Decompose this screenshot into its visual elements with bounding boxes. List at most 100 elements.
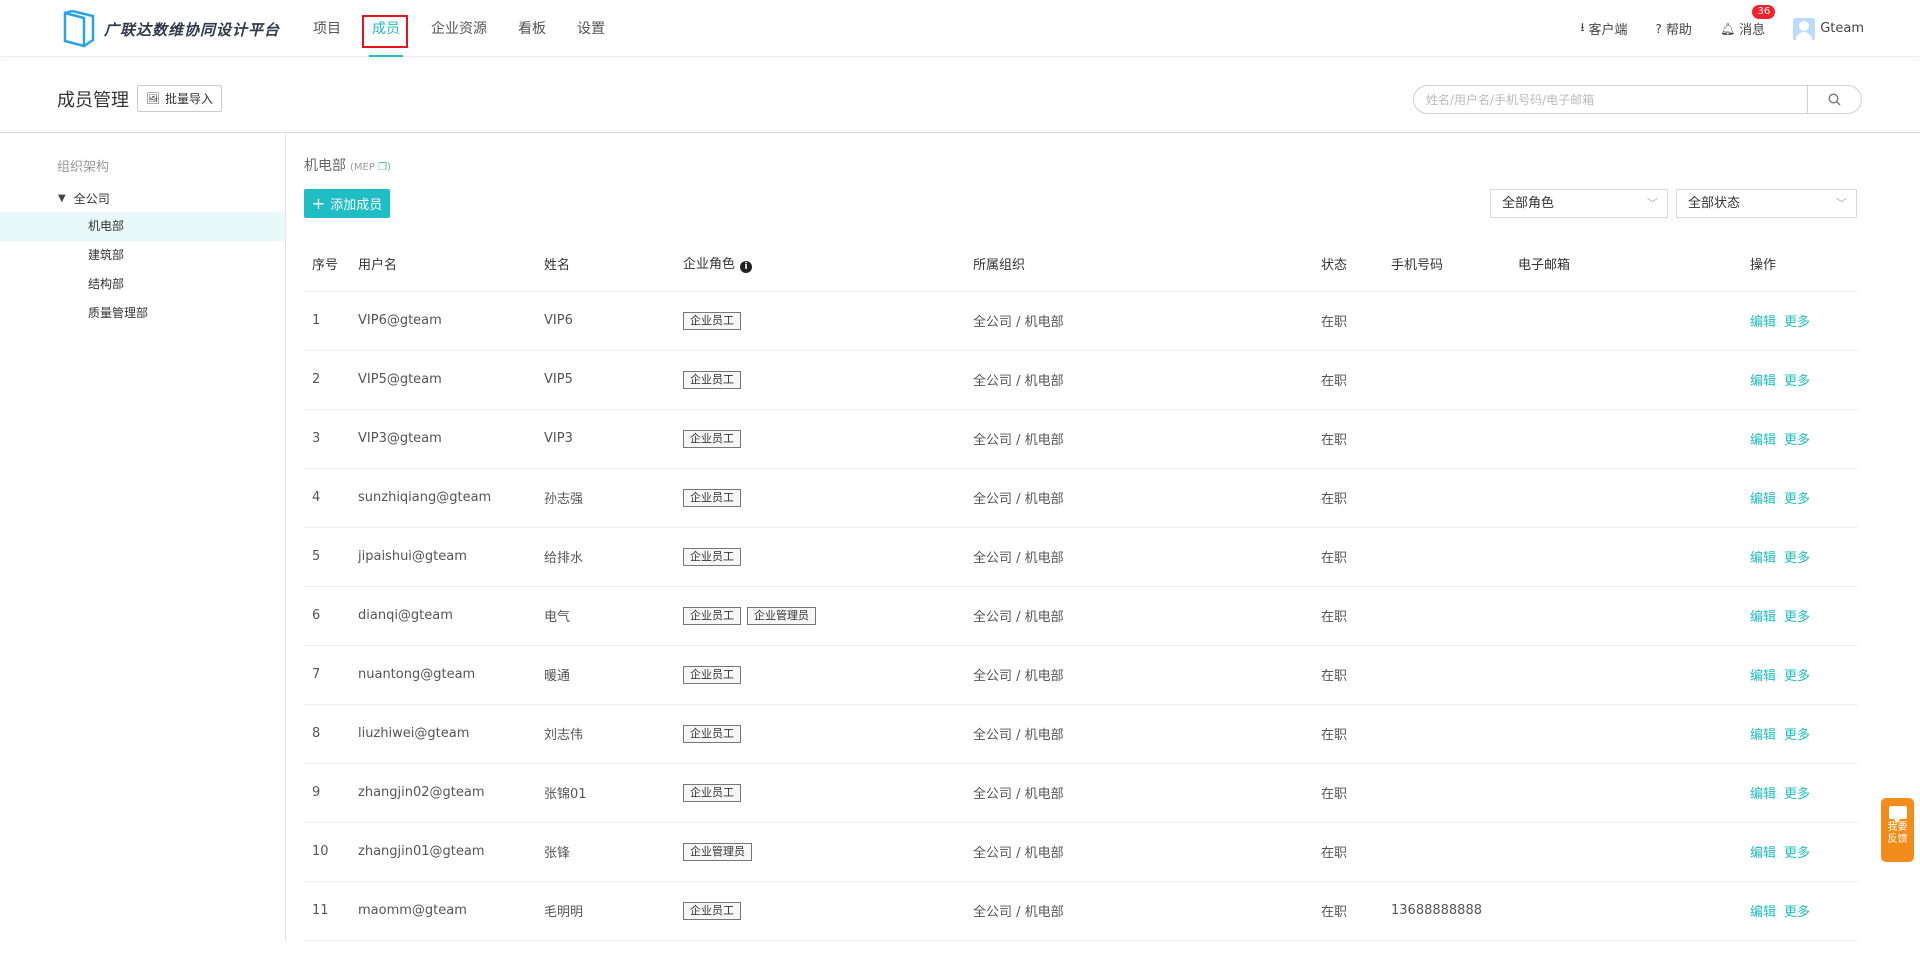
- org-sidebar: 组织架构 ▼ 全公司 机电部 建筑部 结构部 质量管理部: [0, 134, 286, 942]
- cell-org: 全公司 / 机电部: [965, 645, 1313, 705]
- app-logo[interactable]: 广联达数维协同设计平台: [62, 10, 280, 48]
- cell-name: 张锋: [536, 822, 675, 882]
- info-icon[interactable]: i: [740, 261, 753, 274]
- cell-phone: [1383, 822, 1510, 882]
- caret-down-icon[interactable]: ▼: [58, 193, 66, 204]
- more-link[interactable]: 更多: [1784, 374, 1810, 389]
- cell-email: [1510, 822, 1742, 882]
- edit-link[interactable]: 编辑: [1750, 905, 1776, 920]
- more-link[interactable]: 更多: [1784, 787, 1810, 802]
- role-tag: 企业员工: [683, 724, 741, 743]
- role-tag: 企业员工: [683, 429, 741, 448]
- more-link[interactable]: 更多: [1784, 492, 1810, 507]
- cell-email: [1510, 468, 1742, 528]
- copy-icon[interactable]: ❐: [378, 162, 387, 173]
- members-table: 序号 用户名 姓名 企业角色 i 所属组织 状态 手机号码 电子邮箱 操作 1 VI…: [304, 236, 1858, 941]
- nav-item-members[interactable]: 成员: [361, 0, 411, 57]
- role-tag: 企业员工: [683, 370, 741, 389]
- more-link[interactable]: 更多: [1784, 846, 1810, 861]
- cell-no: 10: [304, 822, 350, 882]
- tree-node-quality[interactable]: 质量管理部: [0, 299, 285, 328]
- col-header-org: 所属组织: [965, 236, 1313, 292]
- status-filter-select[interactable]: 全部状态 ﹀: [1676, 189, 1857, 218]
- edit-link[interactable]: 编辑: [1750, 551, 1776, 566]
- tree-node-root[interactable]: ▼ 全公司: [58, 190, 110, 207]
- cell-roles: 企业管理员: [675, 822, 965, 882]
- more-link[interactable]: 更多: [1784, 551, 1810, 566]
- feedback-button[interactable]: 我要 反馈: [1881, 798, 1914, 862]
- cell-status: 在职: [1313, 645, 1383, 705]
- role-filter-select[interactable]: 全部角色 ﹀: [1490, 189, 1668, 218]
- edit-link[interactable]: 编辑: [1750, 433, 1776, 448]
- edit-link[interactable]: 编辑: [1750, 610, 1776, 625]
- cell-status: 在职: [1313, 468, 1383, 528]
- logo-icon: [63, 10, 95, 48]
- cell-status: 在职: [1313, 291, 1383, 351]
- cell-name: 张锦01: [536, 763, 675, 823]
- more-link[interactable]: 更多: [1784, 610, 1810, 625]
- batch-import-button[interactable]: 🖼︎ 批量导入: [137, 85, 222, 112]
- col-header-email: 电子邮箱: [1510, 236, 1742, 292]
- edit-link[interactable]: 编辑: [1750, 492, 1776, 507]
- cell-org: 全公司 / 机电部: [965, 763, 1313, 823]
- nav-item-dashboard[interactable]: 看板: [507, 0, 557, 57]
- cell-phone: [1383, 645, 1510, 705]
- tree-node-architecture[interactable]: 建筑部: [0, 241, 285, 270]
- nav-item-projects[interactable]: 项目: [302, 0, 352, 57]
- edit-link[interactable]: 编辑: [1750, 846, 1776, 861]
- feedback-label-1: 我要: [1887, 822, 1908, 833]
- edit-link[interactable]: 编辑: [1750, 669, 1776, 684]
- nav-item-settings[interactable]: 设置: [566, 0, 616, 57]
- help-icon: ?: [1655, 21, 1662, 36]
- table-header-row: 序号 用户名 姓名 企业角色 i 所属组织 状态 手机号码 电子邮箱 操作: [304, 236, 1858, 292]
- plus-icon: +: [311, 193, 326, 213]
- cell-actions: 编辑 更多: [1742, 527, 1858, 587]
- edit-link[interactable]: 编辑: [1750, 374, 1776, 389]
- messages-link[interactable]: 🔔︎ 消息 36: [1720, 5, 1776, 38]
- col-header-status: 状态: [1313, 236, 1383, 292]
- more-link[interactable]: 更多: [1784, 669, 1810, 684]
- cell-status: 在职: [1313, 881, 1383, 941]
- tree-node-structure[interactable]: 结构部: [0, 270, 285, 299]
- cell-username: dianqi@gteam: [350, 586, 536, 646]
- more-link[interactable]: 更多: [1784, 728, 1810, 743]
- cell-org: 全公司 / 机电部: [965, 822, 1313, 882]
- cell-phone: [1383, 291, 1510, 351]
- table-row: 3 VIP3@gteam VIP3 企业员工 全公司 / 机电部 在职 编辑 更多: [304, 409, 1858, 469]
- cell-org: 全公司 / 机电部: [965, 704, 1313, 764]
- tree-root-label: 全公司: [73, 192, 110, 206]
- table-body: 1 VIP6@gteam VIP6 企业员工 全公司 / 机电部 在职 编辑 更多 2 VIP5@…: [304, 291, 1858, 941]
- cell-name: 孙志强: [536, 468, 675, 528]
- search-button[interactable]: [1807, 86, 1861, 113]
- cell-org: 全公司 / 机电部: [965, 586, 1313, 646]
- nav-item-enterprise-resources[interactable]: 企业资源: [420, 0, 498, 57]
- user-menu[interactable]: Gteam: [1793, 17, 1864, 40]
- cell-actions: 编辑 更多: [1742, 881, 1858, 941]
- messages-label: 消息: [1739, 23, 1766, 38]
- page-header: 成员管理 🖼︎ 批量导入: [0, 58, 1920, 133]
- tree-node-mep[interactable]: 机电部: [0, 212, 285, 241]
- cell-no: 2: [304, 350, 350, 410]
- avatar: [1793, 17, 1816, 40]
- client-download-link[interactable]: ⭳ 客户端: [1580, 18, 1627, 39]
- col-header-role-label: 企业角色: [683, 257, 736, 273]
- edit-link[interactable]: 编辑: [1750, 728, 1776, 743]
- cell-username: jipaishui@gteam: [350, 527, 536, 587]
- cell-no: 3: [304, 409, 350, 469]
- more-link[interactable]: 更多: [1784, 905, 1810, 920]
- help-link[interactable]: ? 帮助: [1655, 19, 1692, 39]
- chevron-down-icon: ﹀: [1836, 197, 1847, 210]
- cell-status: 在职: [1313, 350, 1383, 410]
- cell-email: [1510, 645, 1742, 705]
- image-import-icon: 🖼︎: [146, 92, 160, 105]
- edit-link[interactable]: 编辑: [1750, 315, 1776, 330]
- search-input[interactable]: [1414, 86, 1807, 113]
- more-link[interactable]: 更多: [1784, 433, 1810, 448]
- cell-no: 1: [304, 291, 350, 351]
- col-header-name: 姓名: [536, 236, 675, 292]
- add-member-button[interactable]: + 添加成员: [304, 189, 390, 218]
- role-tag: 企业员工: [683, 547, 741, 566]
- edit-link[interactable]: 编辑: [1750, 787, 1776, 802]
- more-link[interactable]: 更多: [1784, 315, 1810, 330]
- department-heading: 机电部 (MEP ❐): [304, 155, 391, 175]
